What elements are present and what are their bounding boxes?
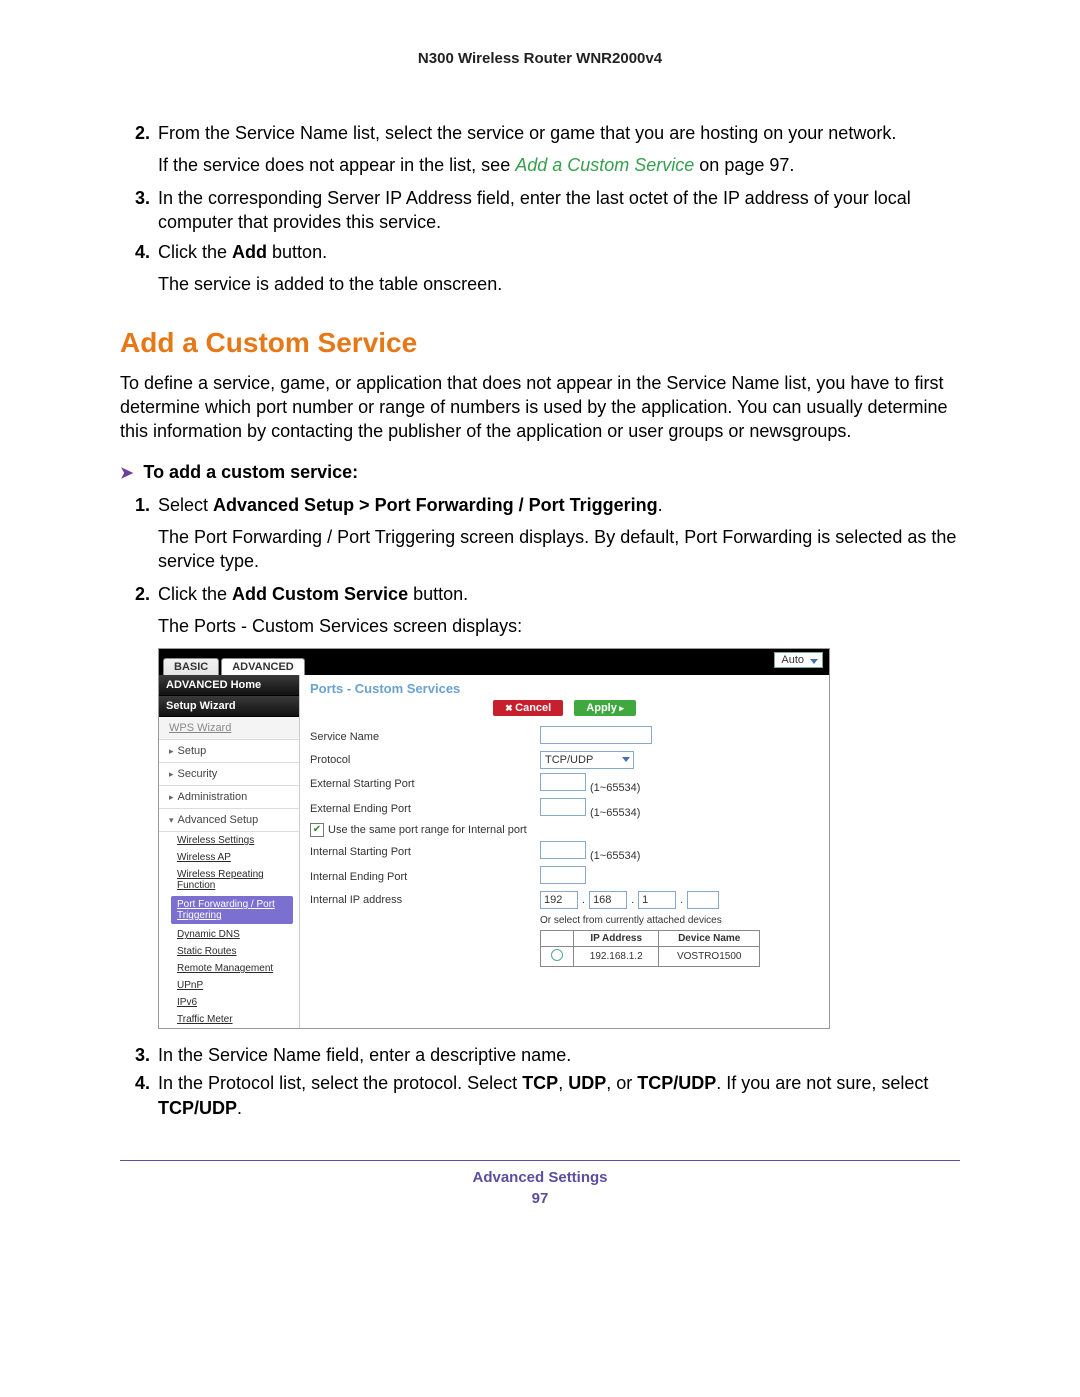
cell-device: VOSTRO1500 [659, 947, 760, 967]
protocol-select[interactable]: TCP/UDP [540, 751, 634, 769]
sidebar-sub-wireless-ap[interactable]: Wireless AP [159, 849, 299, 866]
step-body: In the Protocol list, select the protoco… [158, 1071, 960, 1120]
service-name-input[interactable] [540, 726, 652, 744]
step-body: Click the Add button. [158, 240, 960, 264]
apply-button[interactable]: Apply [574, 700, 636, 716]
section-heading: Add a Custom Service [120, 327, 960, 359]
chevron-right-icon: ▸ [169, 769, 174, 779]
pane-title: Ports - Custom Services [310, 681, 819, 696]
chevron-down-icon: ▾ [169, 815, 174, 825]
step-body: Select Advanced Setup > Port Forwarding … [158, 493, 960, 517]
step-number: 1. [120, 493, 150, 517]
ext-start-port-input[interactable] [540, 773, 586, 791]
sidebar-sub-traffic-meter[interactable]: Traffic Meter [159, 1011, 299, 1028]
step-body: Click the Add Custom Service button. [158, 582, 960, 606]
label-protocol: Protocol [310, 754, 540, 766]
same-port-checkbox[interactable]: ✔ [310, 823, 324, 837]
sidebar-security[interactable]: ▸Security [159, 763, 299, 786]
step-body: From the Service Name list, select the s… [158, 121, 960, 145]
int-end-port-input[interactable] [540, 866, 586, 884]
col-ip-address: IP Address [574, 931, 659, 947]
ip-octet-2[interactable]: 168 [589, 891, 627, 909]
tab-basic[interactable]: BASIC [163, 658, 219, 675]
step-body: In the Service Name field, enter a descr… [158, 1043, 960, 1067]
device-radio[interactable] [551, 949, 563, 961]
arrow-icon: ➤ [120, 463, 133, 483]
step-number: 3. [120, 186, 150, 235]
sidebar-sub-remote-management[interactable]: Remote Management [159, 960, 299, 977]
sidebar: ADVANCED Home Setup Wizard WPS Wizard ▸S… [159, 675, 300, 1028]
step-body: In the corresponding Server IP Address f… [158, 186, 960, 235]
sidebar-setup-wizard[interactable]: Setup Wizard [159, 696, 299, 717]
footer-rule [120, 1160, 960, 1161]
ip-octet-4[interactable] [687, 891, 719, 909]
chevron-right-icon: ▸ [169, 792, 174, 802]
service-form: Service Name Protocol TCP/UDP External S… [310, 726, 819, 967]
int-start-port-input[interactable] [540, 841, 586, 859]
procedure-heading: ➤ To add a custom service: [120, 462, 960, 483]
proc-step-1-result: The Port Forwarding / Port Triggering sc… [158, 525, 960, 574]
step-number: 4. [120, 1071, 150, 1120]
step-number: 3. [120, 1043, 150, 1067]
footer-section-label: Advanced Settings [120, 1169, 960, 1186]
proc-step-4: 4. In the Protocol list, select the prot… [120, 1071, 960, 1120]
tab-bar: BASIC ADVANCED Auto [159, 649, 829, 675]
chevron-right-icon: ▸ [169, 746, 174, 756]
sidebar-setup[interactable]: ▸Setup [159, 740, 299, 763]
label-ext-start-port: External Starting Port [310, 778, 540, 790]
proc-step-3: 3. In the Service Name field, enter a de… [120, 1043, 960, 1067]
section-intro: To define a service, game, or applicatio… [120, 371, 960, 444]
footer-page-number: 97 [120, 1190, 960, 1207]
ip-octet-3[interactable]: 1 [638, 891, 676, 909]
port-range-hint: (1~65534) [590, 782, 640, 794]
port-range-hint: (1~65534) [590, 807, 640, 819]
sidebar-wps-wizard[interactable]: WPS Wizard [159, 717, 299, 740]
sidebar-sub-ipv6[interactable]: IPv6 [159, 994, 299, 1011]
proc-step-1: 1. Select Advanced Setup > Port Forwardi… [120, 493, 960, 517]
sidebar-advanced-setup[interactable]: ▾Advanced Setup [159, 809, 299, 832]
language-select[interactable]: Auto [774, 652, 823, 668]
label-int-start-port: Internal Starting Port [310, 846, 540, 858]
sidebar-sub-dynamic-dns[interactable]: Dynamic DNS [159, 926, 299, 943]
procedure-title: To add a custom service: [143, 462, 358, 483]
table-row: 192.168.1.2 VOSTRO1500 [541, 947, 760, 967]
main-pane: Ports - Custom Services Cancel Apply Ser… [300, 675, 829, 1028]
device-select-note: Or select from currently attached device… [540, 915, 819, 926]
ip-octet-1[interactable]: 192 [540, 891, 578, 909]
step-2-note: If the service does not appear in the li… [158, 153, 960, 177]
col-device-name: Device Name [659, 931, 760, 947]
step-3: 3. In the corresponding Server IP Addres… [120, 186, 960, 235]
sidebar-sub-upnp[interactable]: UPnP [159, 977, 299, 994]
proc-step-2-result: The Ports - Custom Services screen displ… [158, 614, 960, 638]
sidebar-advanced-home[interactable]: ADVANCED Home [159, 675, 299, 696]
label-int-end-port: Internal Ending Port [310, 871, 540, 883]
step-2: 2. From the Service Name list, select th… [120, 121, 960, 145]
label-same-port: Use the same port range for Internal por… [328, 824, 527, 836]
label-service-name: Service Name [310, 731, 540, 743]
manual-page: N300 Wireless Router WNR2000v4 2. From t… [0, 0, 1080, 1247]
header-product: N300 Wireless Router WNR2000v4 [120, 50, 960, 67]
step-number: 2. [120, 121, 150, 145]
tab-advanced[interactable]: ADVANCED [221, 658, 305, 675]
sidebar-sub-port-forwarding[interactable]: Port Forwarding / Port Triggering [171, 896, 293, 924]
port-range-hint: (1~65534) [590, 850, 640, 862]
ext-end-port-input[interactable] [540, 798, 586, 816]
step-4-result: The service is added to the table onscre… [158, 272, 960, 296]
sidebar-sub-static-routes[interactable]: Static Routes [159, 943, 299, 960]
proc-step-2: 2. Click the Add Custom Service button. [120, 582, 960, 606]
sidebar-sub-wireless-repeating[interactable]: Wireless Repeating Function [159, 866, 299, 894]
sidebar-administration[interactable]: ▸Administration [159, 786, 299, 809]
attached-devices-table: IP Address Device Name 192.168.1.2 VOSTR… [540, 930, 760, 967]
cancel-button[interactable]: Cancel [493, 700, 563, 716]
router-ui-screenshot: BASIC ADVANCED Auto ADVANCED Home Setup … [158, 648, 830, 1029]
step-number: 2. [120, 582, 150, 606]
step-4: 4. Click the Add button. [120, 240, 960, 264]
label-ext-end-port: External Ending Port [310, 803, 540, 815]
step-number: 4. [120, 240, 150, 264]
sidebar-sub-wireless-settings[interactable]: Wireless Settings [159, 832, 299, 849]
label-internal-ip: Internal IP address [310, 894, 540, 906]
xref-link[interactable]: Add a Custom Service [515, 155, 694, 175]
cell-ip: 192.168.1.2 [574, 947, 659, 967]
